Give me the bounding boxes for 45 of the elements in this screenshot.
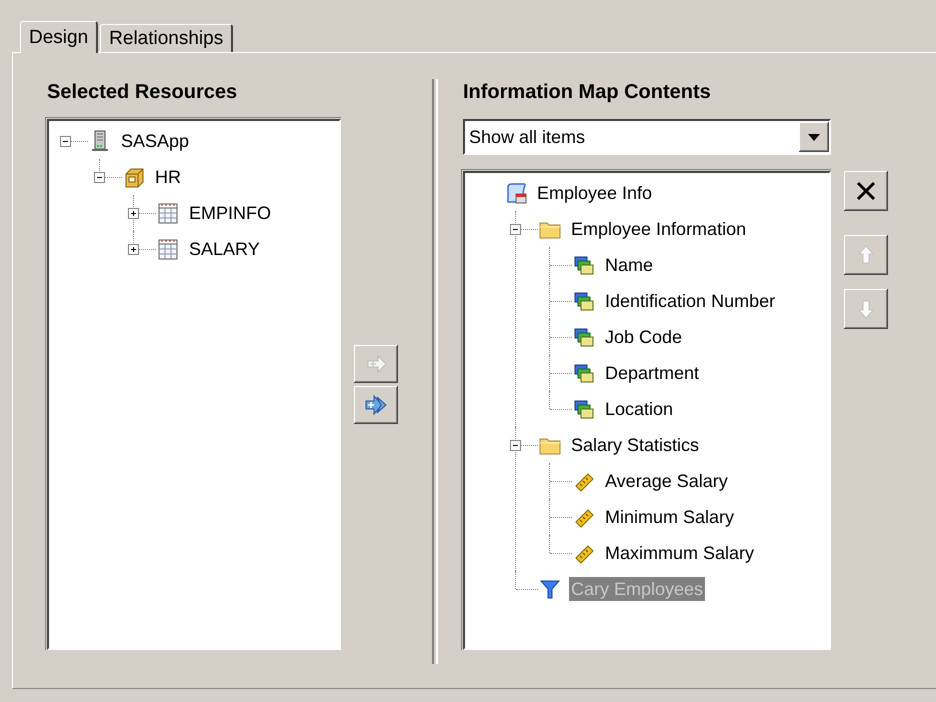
tree-item[interactable]: Employee Info	[535, 181, 654, 205]
tree-item[interactable]: Name	[603, 253, 656, 277]
tree-item[interactable]: Department	[603, 361, 702, 385]
stacked-cards-icon	[573, 398, 595, 420]
tree-item[interactable]: Location	[603, 397, 676, 421]
server-icon	[89, 130, 111, 152]
table-icon	[157, 238, 179, 260]
expander-toggle[interactable]	[128, 244, 139, 254]
tree-item[interactable]: SASApp	[119, 129, 192, 153]
tree-view[interactable]: SASApp HR EMPINFO SALARY	[47, 119, 341, 650]
double-arrow-right-icon	[364, 393, 388, 417]
dropdown-button[interactable]	[799, 122, 829, 152]
stacked-cards-icon	[573, 290, 595, 312]
tree-item[interactable]: EMPINFO	[187, 201, 274, 225]
table-icon	[157, 202, 179, 224]
stacked-cards-icon	[573, 254, 595, 276]
expander-toggle[interactable]	[94, 172, 105, 182]
cross-icon	[854, 179, 878, 203]
stacked-cards-icon	[573, 362, 595, 384]
stacked-cards-icon	[573, 326, 595, 348]
tree-item[interactable]: Average Salary	[603, 469, 730, 493]
tree-item[interactable]: Employee Information	[569, 217, 748, 241]
expander-toggle[interactable]	[128, 208, 139, 218]
expander-toggle[interactable]	[60, 136, 71, 146]
section-heading: Information Map Contents	[463, 80, 712, 105]
tab[interactable]: Relationships	[100, 24, 234, 52]
expander-toggle[interactable]	[510, 440, 521, 450]
tree-item[interactable]: Job Code	[603, 325, 684, 349]
cabinet-icon	[123, 166, 145, 188]
expander-toggle[interactable]	[510, 224, 521, 234]
tree-item[interactable]: HR	[153, 165, 183, 189]
add-all-button[interactable]	[354, 386, 398, 424]
tree-item[interactable]: Maximmum Salary	[603, 541, 756, 565]
tab[interactable]: Design	[20, 21, 98, 53]
tree-item[interactable]: Identification Number	[603, 289, 778, 313]
funnel-icon	[539, 578, 561, 600]
tree-view[interactable]: Employee Info Employee Information Name Identification Number Job Code Department Location Salary Statistics Average Salary Minimum Salary Maximmum Salary Cary Employees	[463, 171, 831, 650]
section-heading: Selected Resources	[47, 80, 238, 105]
caret-icon	[808, 134, 820, 140]
delete-button[interactable]	[844, 171, 888, 211]
map-icon	[505, 182, 527, 204]
filter-dropdown[interactable]: Show all items	[463, 119, 831, 155]
tree-item[interactable]: Salary Statistics	[569, 433, 702, 457]
tree-item[interactable]: Minimum Salary	[603, 505, 736, 529]
tree-item[interactable]: SALARY	[187, 237, 262, 261]
